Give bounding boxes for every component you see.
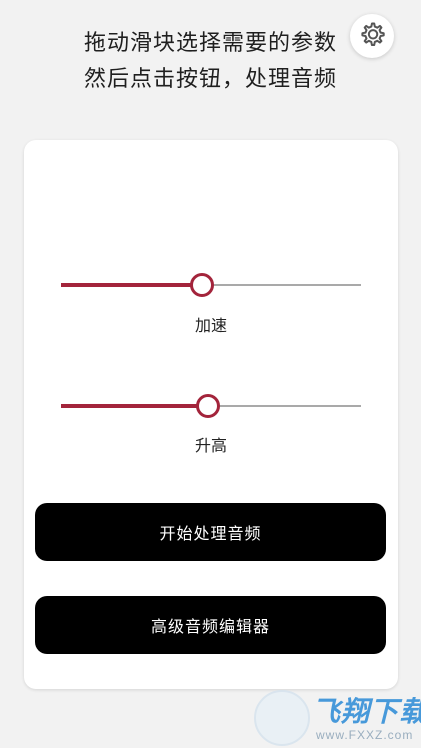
controls-card: 加速 升高 开始处理音频 高级音频编辑器 [24,140,398,689]
start-processing-button[interactable]: 开始处理音频 [35,503,386,561]
slider-fill [61,283,202,287]
watermark-url: www.FXXZ.com [316,728,414,742]
settings-button[interactable] [350,14,394,58]
advanced-editor-button[interactable]: 高级音频编辑器 [35,596,386,654]
speed-label: 加速 [194,316,227,335]
gear-icon [359,21,385,51]
slider-fill [61,404,208,408]
pitch-slider[interactable] [61,391,361,421]
speed-slider[interactable] [61,270,361,300]
pitch-label: 升高 [194,436,227,455]
watermark-logo-icon [254,690,310,746]
watermark-text: 飞翔下载 [312,695,421,728]
watermark: 飞翔下载 www.FXXZ.com [250,688,421,746]
slider-thumb[interactable] [196,394,220,418]
slider-thumb[interactable] [190,273,214,297]
instructions-line-2: 然后点击按钮，处理音频 [83,67,337,92]
